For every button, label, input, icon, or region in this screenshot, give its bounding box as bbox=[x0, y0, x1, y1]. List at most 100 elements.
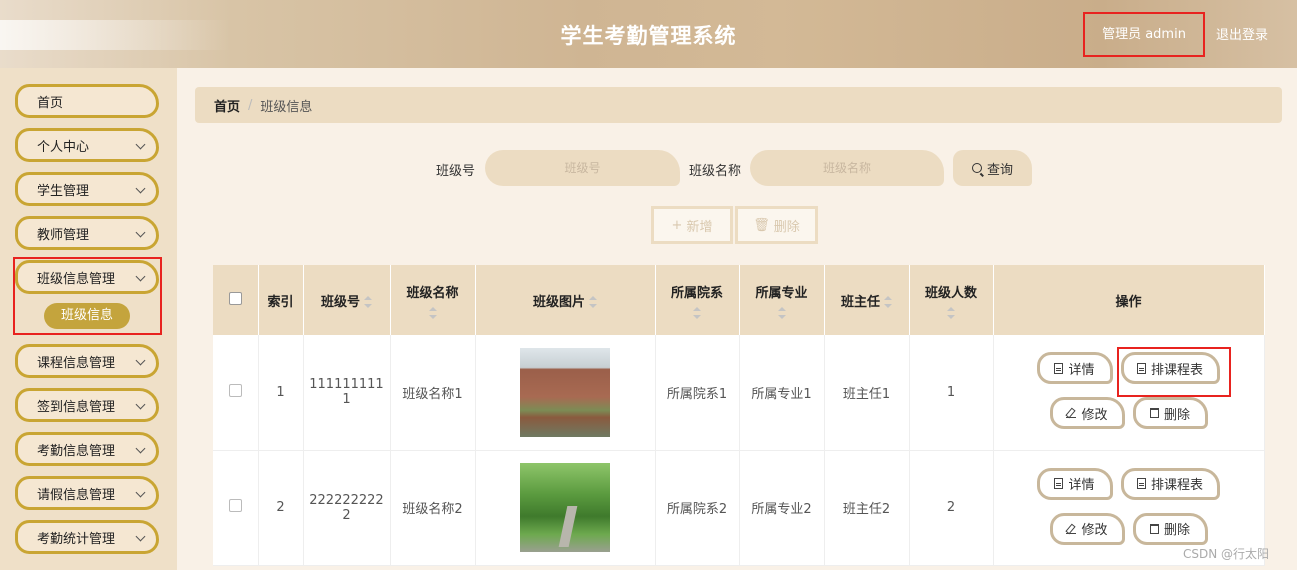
edit-icon bbox=[1066, 408, 1077, 418]
col-teacher-label: 班主任 bbox=[840, 294, 880, 310]
trash-icon bbox=[1149, 408, 1159, 418]
chevron-down-icon bbox=[135, 487, 146, 498]
chevron-down-icon bbox=[135, 399, 146, 410]
cell-class-image bbox=[475, 335, 656, 451]
watermark: CSDN @行太阳 bbox=[1183, 547, 1270, 561]
cell-index: 1 bbox=[258, 335, 304, 451]
edit-button[interactable]: 修改 bbox=[1049, 512, 1125, 545]
cell-actions: 详情 排课程表 修改 删除 bbox=[993, 335, 1265, 451]
row-select-cell bbox=[213, 450, 259, 566]
class-photo[interactable] bbox=[520, 463, 610, 552]
sidebar-item-stats[interactable]: 考勤统计管理 bbox=[15, 520, 159, 554]
batch-delete-button[interactable]: 🗑 删除 bbox=[735, 206, 818, 244]
sidebar-item-personal-center[interactable]: 个人中心 bbox=[15, 128, 159, 162]
schedule-button[interactable]: 排课程表 bbox=[1120, 467, 1220, 500]
delete-button[interactable]: 删除 bbox=[1132, 512, 1208, 545]
cell-dept: 所属院系2 bbox=[655, 450, 740, 566]
trash-icon: 🗑 bbox=[753, 217, 770, 233]
document-icon bbox=[1136, 478, 1146, 489]
edit-label: 修改 bbox=[1081, 523, 1108, 538]
detail-label: 详情 bbox=[1068, 478, 1095, 493]
class-no-input[interactable]: 班级号 bbox=[485, 150, 680, 186]
col-class-no-label: 班级号 bbox=[320, 294, 360, 310]
col-count[interactable]: 班级人数 bbox=[909, 265, 994, 335]
sidebar-item-students[interactable]: 学生管理 bbox=[15, 172, 159, 206]
query-button[interactable]: 查询 bbox=[953, 150, 1032, 186]
sidebar-item-home[interactable]: 首页 bbox=[15, 84, 159, 118]
edit-icon bbox=[1066, 524, 1077, 534]
cell-class-no: 111111111 1 bbox=[303, 335, 391, 451]
cell-dept: 所属院系1 bbox=[655, 335, 740, 451]
sort-icon[interactable] bbox=[947, 306, 955, 319]
sidebar-item-teachers[interactable]: 教师管理 bbox=[15, 216, 159, 250]
class-name-input[interactable]: 班级名称 bbox=[750, 150, 944, 186]
col-class-image[interactable]: 班级图片 bbox=[475, 265, 656, 335]
sidebar-item-label: 个人中心 bbox=[37, 139, 90, 155]
logout-link[interactable]: 退出登录 bbox=[1216, 24, 1268, 43]
table-header-row: 索引 班级号 班级名称 班级图片 所属院系 所属专业 班主任 班级人数 操作 bbox=[213, 265, 1265, 335]
detail-button[interactable]: 详情 bbox=[1036, 352, 1113, 384]
row-actions: 详情 排课程表 修改 删除 bbox=[994, 335, 1264, 450]
edit-label: 修改 bbox=[1081, 407, 1108, 423]
table-row: 1 111111111 1 班级名称1 所属院系1 所属专业1 班主任1 1 详情… bbox=[213, 335, 1265, 451]
current-user[interactable]: 管理员 admin bbox=[1083, 12, 1205, 57]
col-class-image-label: 班级图片 bbox=[532, 294, 585, 310]
sort-icon[interactable] bbox=[777, 306, 786, 319]
cell-teacher: 班主任2 bbox=[824, 450, 910, 566]
top-header: 学生考勤管理系统 管理员 admin 退出登录 bbox=[0, 0, 1297, 68]
sidebar-item-courses[interactable]: 课程信息管理 bbox=[15, 344, 159, 378]
cell-count: 1 bbox=[909, 335, 994, 451]
edit-button[interactable]: 修改 bbox=[1049, 397, 1125, 429]
cell-class-no-line2: 2 bbox=[342, 507, 351, 523]
cell-index: 2 bbox=[258, 450, 304, 566]
col-teacher[interactable]: 班主任 bbox=[824, 265, 910, 335]
add-button-label: 新增 bbox=[686, 219, 713, 235]
chevron-down-icon bbox=[135, 183, 146, 194]
class-photo[interactable] bbox=[520, 347, 610, 437]
col-major[interactable]: 所属专业 bbox=[739, 265, 825, 335]
sidebar-item-leave[interactable]: 请假信息管理 bbox=[15, 476, 159, 510]
select-all-cell bbox=[213, 265, 259, 335]
trash-icon bbox=[1149, 523, 1159, 534]
col-class-no[interactable]: 班级号 bbox=[303, 265, 391, 335]
detail-button[interactable]: 详情 bbox=[1036, 467, 1113, 500]
col-class-name-label: 班级名称 bbox=[406, 285, 459, 301]
sidebar-subitem-class-info[interactable]: 班级信息 bbox=[44, 303, 130, 329]
table-row: 2 222222222 2 班级名称2 所属院系2 所属专业2 班主任2 2 详情… bbox=[213, 450, 1265, 566]
select-all-checkbox[interactable] bbox=[228, 291, 242, 305]
sidebar-item-label: 签到信息管理 bbox=[37, 399, 116, 415]
sort-icon[interactable] bbox=[428, 306, 437, 319]
sort-icon[interactable] bbox=[589, 296, 597, 308]
add-button[interactable]: + 新增 bbox=[651, 206, 733, 244]
delete-label: 删除 bbox=[1163, 407, 1190, 423]
sort-icon[interactable] bbox=[364, 296, 372, 308]
cell-class-name: 班级名称2 bbox=[390, 450, 476, 566]
cell-class-name: 班级名称1 bbox=[390, 335, 476, 451]
sidebar-item-label: 学生管理 bbox=[37, 183, 90, 199]
sidebar-item-checkin[interactable]: 签到信息管理 bbox=[15, 388, 159, 422]
chevron-down-icon bbox=[135, 271, 146, 282]
breadcrumb: 首页 / 班级信息 bbox=[195, 87, 1282, 123]
cell-teacher: 班主任1 bbox=[824, 335, 910, 451]
row-checkbox[interactable] bbox=[228, 499, 242, 512]
cell-class-no-line1: 222222222 bbox=[309, 492, 384, 508]
chevron-down-icon bbox=[135, 355, 146, 366]
schedule-button[interactable]: 排课程表 bbox=[1120, 352, 1220, 384]
document-icon bbox=[1054, 362, 1064, 374]
cell-class-image bbox=[475, 450, 656, 566]
sort-icon[interactable] bbox=[884, 296, 892, 308]
sort-icon[interactable] bbox=[693, 306, 701, 319]
col-count-label: 班级人数 bbox=[924, 285, 977, 301]
cell-major: 所属专业1 bbox=[739, 335, 825, 451]
delete-button[interactable]: 删除 bbox=[1132, 397, 1208, 429]
document-icon bbox=[1136, 362, 1146, 374]
sidebar-item-attendance[interactable]: 考勤信息管理 bbox=[15, 432, 159, 466]
col-dept-label: 所属院系 bbox=[670, 285, 723, 301]
col-dept[interactable]: 所属院系 bbox=[655, 265, 740, 335]
chevron-down-icon bbox=[135, 443, 146, 454]
row-checkbox[interactable] bbox=[228, 383, 242, 397]
col-class-name[interactable]: 班级名称 bbox=[390, 265, 476, 335]
breadcrumb-home[interactable]: 首页 bbox=[214, 96, 240, 115]
sidebar-item-class-info[interactable]: 班级信息管理 bbox=[15, 260, 159, 294]
cell-class-no: 222222222 2 bbox=[303, 450, 391, 566]
